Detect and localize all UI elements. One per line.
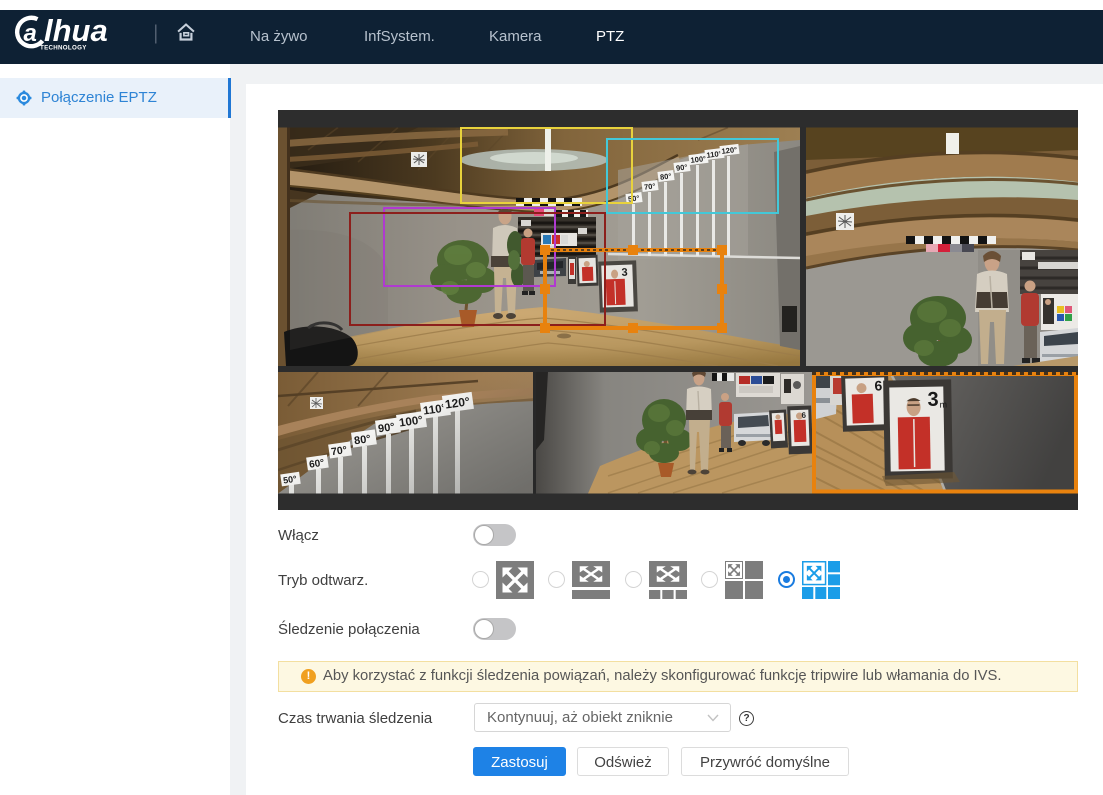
svg-text:3: 3 [621,267,628,279]
svg-text:120°: 120° [721,145,737,156]
svg-text:110°: 110° [706,149,722,160]
svg-text:lhua: lhua [44,13,108,48]
svg-text:70°: 70° [644,181,656,191]
svg-text:3: 3 [927,389,939,411]
svg-text:m: m [939,399,947,409]
svg-text:100°: 100° [690,154,706,165]
svg-text:80°: 80° [660,171,672,181]
svg-text:6: 6 [874,377,883,393]
svg-text:a: a [24,20,37,47]
svg-text:TECHNOLOGY: TECHNOLOGY [40,45,87,52]
svg-text:90°: 90° [676,162,688,172]
